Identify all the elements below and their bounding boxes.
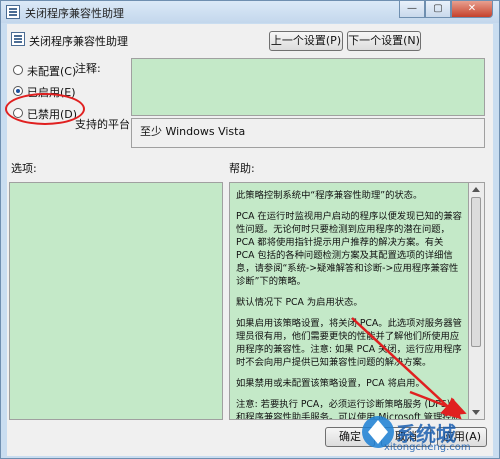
radio-not-configured-dot[interactable] [13, 65, 23, 75]
previous-setting-button[interactable]: 上一个设置(P) [269, 31, 343, 51]
help-paragraph: 如果禁用或未配置该策略设置，PCA 将启用。 [236, 378, 425, 389]
help-paragraph: 默认情况下 PCA 为启用状态。 [236, 297, 363, 308]
help-paragraph: 如果启用该策略设置，将关闭 PCA。此选项对服务器管理员很有用，他们需要更快的性… [236, 318, 462, 368]
help-label: 帮助: [229, 162, 255, 175]
title-bar[interactable]: 关闭程序兼容性助理 — ▢ ✕ [1, 1, 499, 23]
radio-not-configured-label: 未配置(C) [27, 65, 77, 78]
policy-settings-icon [11, 32, 25, 46]
policy-name: 关闭程序兼容性助理 [29, 35, 128, 48]
scroll-thumb[interactable] [471, 197, 481, 347]
scroll-down-icon[interactable] [472, 410, 480, 415]
ok-button[interactable]: 确定 [325, 427, 375, 447]
options-panel [9, 182, 223, 420]
comment-field[interactable] [131, 58, 485, 116]
help-paragraph: 此策略控制系统中“程序兼容性助理”的状态。 [236, 190, 423, 201]
radio-disabled-label: 已禁用(D) [27, 108, 78, 121]
window-title: 关闭程序兼容性助理 [25, 7, 124, 20]
help-scrollbar[interactable] [469, 182, 485, 420]
help-paragraph: 注意: 若要执行 PCA，必须运行诊断策略服务 (DPS) 和程序兼容性助手服务… [236, 399, 461, 420]
supported-platform-value: 至少 Windows Vista [140, 125, 246, 138]
next-setting-button[interactable]: 下一个设置(N) [347, 31, 421, 51]
supported-platform-box: 至少 Windows Vista [131, 118, 485, 148]
policy-dialog-window: 关闭程序兼容性助理 — ▢ ✕ 关闭程序兼容性助理 上一个设置(P) 下一个设置… [0, 0, 500, 459]
radio-enabled-dot[interactable] [13, 86, 23, 96]
comment-label: 注释: [75, 62, 101, 75]
scroll-up-icon[interactable] [472, 187, 480, 192]
supported-platform-label: 支持的平台: [75, 118, 134, 131]
policy-icon [6, 5, 20, 19]
maximize-button[interactable]: ▢ [425, 1, 451, 18]
minimize-button[interactable]: — [399, 1, 425, 18]
radio-disabled-dot[interactable] [13, 108, 23, 118]
watermark-url: xitongcheng.com [384, 442, 471, 453]
dialog-client: 关闭程序兼容性助理 上一个设置(P) 下一个设置(N) 未配置(C) 已启用(E… [5, 24, 493, 456]
radio-enabled-label: 已启用(E) [27, 86, 76, 99]
close-button[interactable]: ✕ [451, 1, 493, 18]
options-label: 选项: [11, 162, 37, 175]
help-panel: 此策略控制系统中“程序兼容性助理”的状态。 PCA 在运行时监视用户启动的程序以… [229, 182, 469, 420]
help-paragraph: PCA 在运行时监视用户启动的程序以便发现已知的兼容性问题。无论何时只要检测到应… [236, 211, 462, 287]
